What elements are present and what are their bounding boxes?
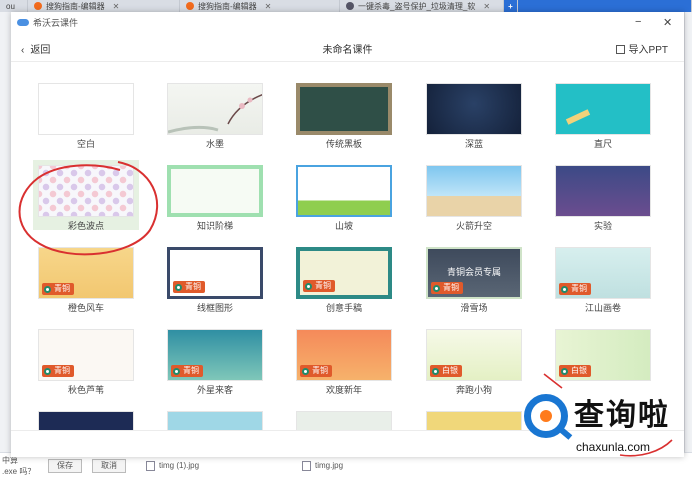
chaxunla-watermark: 查询啦 chaxunla.com bbox=[524, 388, 684, 464]
watermark-url: chaxunla.com bbox=[576, 440, 651, 454]
magnifier-handle bbox=[557, 426, 573, 440]
red-annotation-circle bbox=[18, 161, 159, 256]
watermark-title: 查询啦 bbox=[574, 399, 670, 432]
